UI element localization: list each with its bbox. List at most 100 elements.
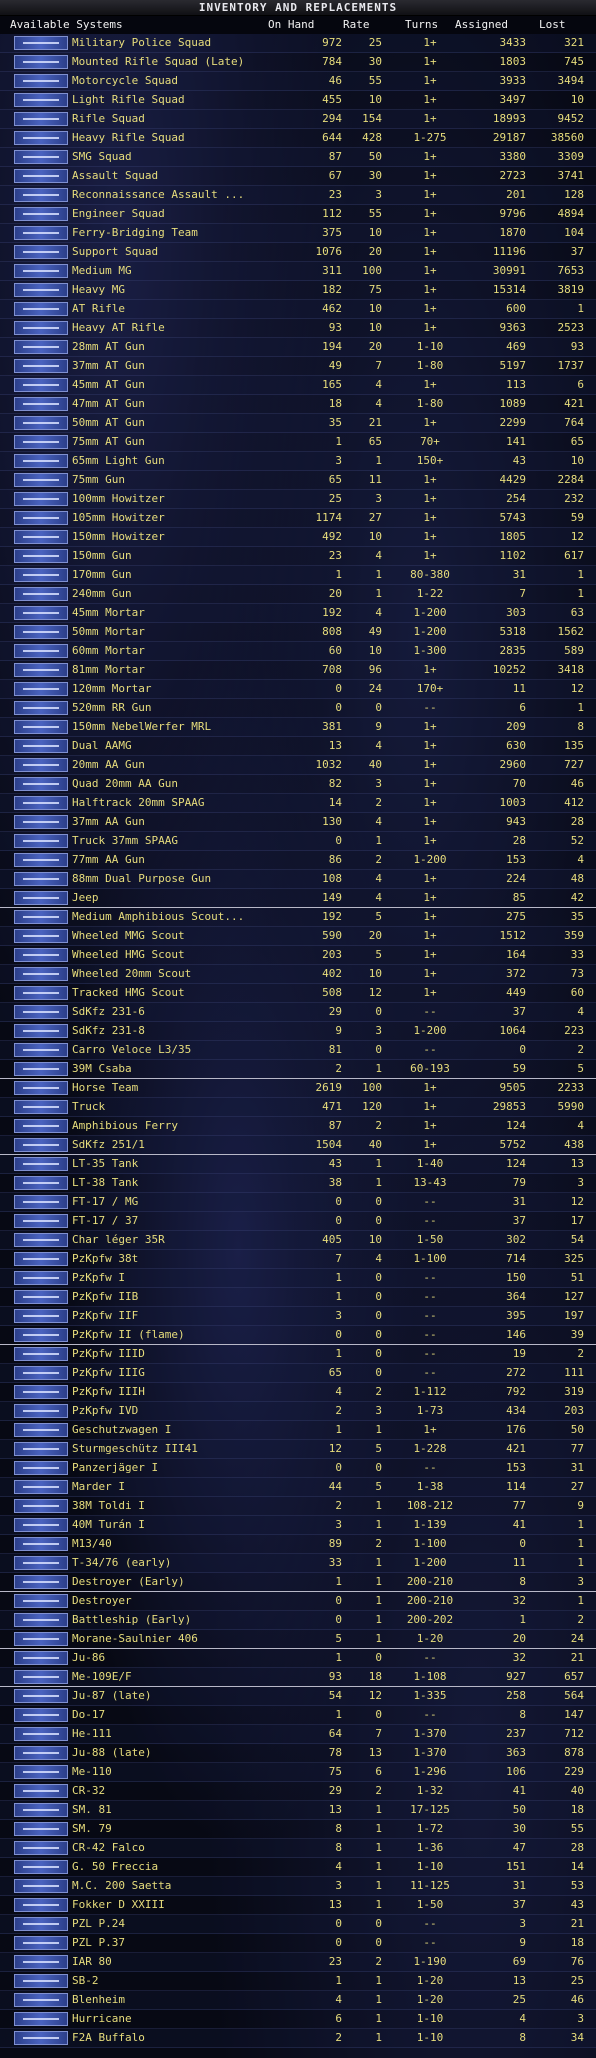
table-row[interactable]: Horse Team 2619 100 1+ 9505 2233: [0, 1079, 596, 1098]
table-row[interactable]: FT-17 / MG 0 0 -- 31 12: [0, 1193, 596, 1212]
table-row[interactable]: 50mm AT Gun 35 21 1+ 2299 764: [0, 414, 596, 433]
table-row[interactable]: Jeep 149 4 1+ 85 42: [0, 889, 596, 908]
table-row[interactable]: 77mm AA Gun 86 2 1-200 153 4: [0, 851, 596, 870]
table-row[interactable]: 50mm Mortar 808 49 1-200 5318 1562: [0, 623, 596, 642]
table-row[interactable]: Reconnaissance Assault ... 23 3 1+ 201 128: [0, 186, 596, 205]
col-header-systems[interactable]: Available Systems: [10, 16, 123, 34]
table-row[interactable]: 81mm Mortar 708 96 1+ 10252 3418: [0, 661, 596, 680]
table-row[interactable]: Rifle Squad 294 154 1+ 18993 9452: [0, 110, 596, 129]
table-row[interactable]: PzKpfw IIIG 65 0 -- 272 111: [0, 1364, 596, 1383]
table-row[interactable]: Panzerjäger I 0 0 -- 153 31: [0, 1459, 596, 1478]
table-row[interactable]: LT-38 Tank 38 1 13-43 79 3: [0, 1174, 596, 1193]
table-row[interactable]: Mounted Rifle Squad (Late) 784 30 1+ 1803 745: [0, 53, 596, 72]
table-row[interactable]: M13/40 89 2 1-100 0 1: [0, 1535, 596, 1554]
table-row[interactable]: 45mm Mortar 192 4 1-200 303 63: [0, 604, 596, 623]
table-row[interactable]: CR-42 Falco 8 1 1-36 47 28: [0, 1839, 596, 1858]
table-row[interactable]: PzKpfw II (flame) 0 0 -- 146 39: [0, 1326, 596, 1345]
table-row[interactable]: Military Police Squad 972 25 1+ 3433 321: [0, 34, 596, 53]
table-row[interactable]: Ju-87 (late) 54 12 1-335 258 564: [0, 1687, 596, 1706]
table-row[interactable]: 39M Csaba 2 1 60-193 59 5: [0, 1060, 596, 1079]
table-row[interactable]: PzKpfw IIIH 4 2 1-112 792 319: [0, 1383, 596, 1402]
table-row[interactable]: SB-2 1 1 1-20 13 25: [0, 1972, 596, 1991]
table-row[interactable]: Morane-Saulnier 406 5 1 1-20 20 24: [0, 1630, 596, 1649]
table-row[interactable]: 40M Turán I 3 1 1-139 41 1: [0, 1516, 596, 1535]
table-row[interactable]: 37mm AT Gun 49 7 1-80 5197 1737: [0, 357, 596, 376]
table-row[interactable]: Do-17 1 0 -- 8 147: [0, 1706, 596, 1725]
table-row[interactable]: 120mm Mortar 0 24 170+ 11 12: [0, 680, 596, 699]
table-row[interactable]: 37mm AA Gun 130 4 1+ 943 28: [0, 813, 596, 832]
table-row[interactable]: 150mm Howitzer 492 10 1+ 1805 12: [0, 528, 596, 547]
table-row[interactable]: Fokker D XXIII 13 1 1-50 37 43: [0, 1896, 596, 1915]
table-row[interactable]: PzKpfw IVD 2 3 1-73 434 203: [0, 1402, 596, 1421]
table-row[interactable]: FT-17 / 37 0 0 -- 37 17: [0, 1212, 596, 1231]
table-row[interactable]: 170mm Gun 1 1 80-380 31 1: [0, 566, 596, 585]
col-header-rate[interactable]: Rate: [343, 16, 370, 34]
table-row[interactable]: SdKfz 231-6 29 0 -- 37 4: [0, 1003, 596, 1022]
table-row[interactable]: Geschutzwagen I 1 1 1+ 176 50: [0, 1421, 596, 1440]
table-row[interactable]: Blenheim 4 1 1-20 25 46: [0, 1991, 596, 2010]
table-row[interactable]: Quad 20mm AA Gun 82 3 1+ 70 46: [0, 775, 596, 794]
table-row[interactable]: Support Squad 1076 20 1+ 11196 37: [0, 243, 596, 262]
table-row[interactable]: Marder I 44 5 1-38 114 27: [0, 1478, 596, 1497]
table-row[interactable]: 28mm AT Gun 194 20 1-10 469 93: [0, 338, 596, 357]
table-row[interactable]: Light Rifle Squad 455 10 1+ 3497 10: [0, 91, 596, 110]
table-row[interactable]: Heavy MG 182 75 1+ 15314 3819: [0, 281, 596, 300]
table-row[interactable]: 520mm RR Gun 0 0 -- 6 1: [0, 699, 596, 718]
table-row[interactable]: Destroyer (Early) 1 1 200-210 8 3: [0, 1573, 596, 1592]
table-row[interactable]: Tracked HMG Scout 508 12 1+ 449 60: [0, 984, 596, 1003]
table-row[interactable]: 75mm AT Gun 1 65 70+ 141 65: [0, 433, 596, 452]
table-row[interactable]: PzKpfw IIB 1 0 -- 364 127: [0, 1288, 596, 1307]
table-row[interactable]: Halftrack 20mm SPAAG 14 2 1+ 1003 412: [0, 794, 596, 813]
table-row[interactable]: 20mm AA Gun 1032 40 1+ 2960 727: [0, 756, 596, 775]
table-row[interactable]: 60mm Mortar 60 10 1-300 2835 589: [0, 642, 596, 661]
table-row[interactable]: Carro Veloce L3/35 81 0 -- 0 2: [0, 1041, 596, 1060]
table-row[interactable]: IAR 80 23 2 1-190 69 76: [0, 1953, 596, 1972]
table-row[interactable]: PzKpfw IIF 3 0 -- 395 197: [0, 1307, 596, 1326]
table-row[interactable]: 240mm Gun 20 1 1-22 7 1: [0, 585, 596, 604]
table-row[interactable]: Sturmgeschütz III41 12 5 1-228 421 77: [0, 1440, 596, 1459]
table-row[interactable]: 100mm Howitzer 25 3 1+ 254 232: [0, 490, 596, 509]
table-row[interactable]: Assault Squad 67 30 1+ 2723 3741: [0, 167, 596, 186]
table-row[interactable]: He-111 64 7 1-370 237 712: [0, 1725, 596, 1744]
table-row[interactable]: 38M Toldi I 2 1 108-212 77 9: [0, 1497, 596, 1516]
table-row[interactable]: SM. 79 8 1 1-72 30 55: [0, 1820, 596, 1839]
table-row[interactable]: 105mm Howitzer 1174 27 1+ 5743 59: [0, 509, 596, 528]
table-row[interactable]: SM. 81 13 1 17-125 50 18: [0, 1801, 596, 1820]
table-row[interactable]: SdKfz 231-8 9 3 1-200 1064 223: [0, 1022, 596, 1041]
table-row[interactable]: 75mm Gun 65 11 1+ 4429 2284: [0, 471, 596, 490]
table-row[interactable]: PZL P.37 0 0 -- 9 18: [0, 1934, 596, 1953]
table-row[interactable]: 150mm NebelWerfer MRL 381 9 1+ 209 8: [0, 718, 596, 737]
table-row[interactable]: Heavy AT Rifle 93 10 1+ 9363 2523: [0, 319, 596, 338]
table-row[interactable]: Destroyer 0 1 200-210 32 1: [0, 1592, 596, 1611]
table-row[interactable]: SdKfz 251/1 1504 40 1+ 5752 438: [0, 1136, 596, 1155]
col-header-turns[interactable]: Turns: [405, 16, 438, 34]
table-row[interactable]: Me-109E/F 93 18 1-108 927 657: [0, 1668, 596, 1687]
table-row[interactable]: 47mm AT Gun 18 4 1-80 1089 421: [0, 395, 596, 414]
table-row[interactable]: PzKpfw I 1 0 -- 150 51: [0, 1269, 596, 1288]
table-row[interactable]: Engineer Squad 112 55 1+ 9796 4894: [0, 205, 596, 224]
table-row[interactable]: PzKpfw 38t 7 4 1-100 714 325: [0, 1250, 596, 1269]
table-row[interactable]: Battleship (Early) 0 1 200-202 1 2: [0, 1611, 596, 1630]
table-row[interactable]: Heavy Rifle Squad 644 428 1-275 29187 38560: [0, 129, 596, 148]
table-row[interactable]: Truck 37mm SPAAG 0 1 1+ 28 52: [0, 832, 596, 851]
table-row[interactable]: 45mm AT Gun 165 4 1+ 113 6: [0, 376, 596, 395]
table-row[interactable]: Wheeled HMG Scout 203 5 1+ 164 33: [0, 946, 596, 965]
table-row[interactable]: 88mm Dual Purpose Gun 108 4 1+ 224 48: [0, 870, 596, 889]
table-row[interactable]: Wheeled 20mm Scout 402 10 1+ 372 73: [0, 965, 596, 984]
col-header-lost[interactable]: Lost: [539, 16, 566, 34]
table-row[interactable]: Me-110 75 6 1-296 106 229: [0, 1763, 596, 1782]
table-row[interactable]: 150mm Gun 23 4 1+ 1102 617: [0, 547, 596, 566]
table-row[interactable]: F2A Buffalo 2 1 1-10 8 34: [0, 2029, 596, 2048]
table-row[interactable]: Truck 471 120 1+ 29853 5990: [0, 1098, 596, 1117]
table-row[interactable]: Motorcycle Squad 46 55 1+ 3933 3494: [0, 72, 596, 91]
table-row[interactable]: LT-35 Tank 43 1 1-40 124 13: [0, 1155, 596, 1174]
table-row[interactable]: Ju-86 1 0 -- 32 21: [0, 1649, 596, 1668]
table-row[interactable]: 65mm Light Gun 3 1 150+ 43 10: [0, 452, 596, 471]
table-row[interactable]: Char léger 35R 405 10 1-50 302 54: [0, 1231, 596, 1250]
table-row[interactable]: Ju-88 (late) 78 13 1-370 363 878: [0, 1744, 596, 1763]
table-row[interactable]: Medium MG 311 100 1+ 30991 7653: [0, 262, 596, 281]
table-row[interactable]: SMG Squad 87 50 1+ 3380 3309: [0, 148, 596, 167]
table-row[interactable]: PzKpfw IIID 1 0 -- 19 2: [0, 1345, 596, 1364]
table-row[interactable]: Amphibious Ferry 87 2 1+ 124 4: [0, 1117, 596, 1136]
table-row[interactable]: M.C. 200 Saetta 3 1 11-125 31 53: [0, 1877, 596, 1896]
